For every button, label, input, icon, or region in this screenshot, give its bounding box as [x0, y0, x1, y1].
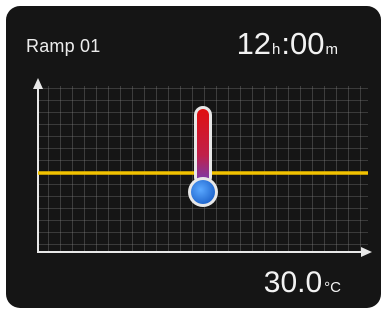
ramp-display-panel: Ramp 01 12h:00m 30.0 °C	[6, 6, 381, 308]
time-hours: 12	[236, 26, 272, 61]
time-minutes: 00	[290, 26, 325, 61]
temperature-graph	[33, 78, 372, 257]
temperature-readout: 30.0 °C	[264, 266, 341, 300]
time-hours-unit: h	[272, 41, 281, 58]
y-axis-arrow	[33, 78, 43, 89]
temperature-unit: °C	[324, 279, 341, 296]
time-minutes-unit: m	[325, 41, 339, 58]
ramp-label: Ramp 01	[26, 36, 101, 56]
time-readout: 12h:00m	[237, 26, 339, 62]
temperature-value: 30.0	[263, 266, 323, 299]
time-separator: :	[281, 26, 291, 61]
